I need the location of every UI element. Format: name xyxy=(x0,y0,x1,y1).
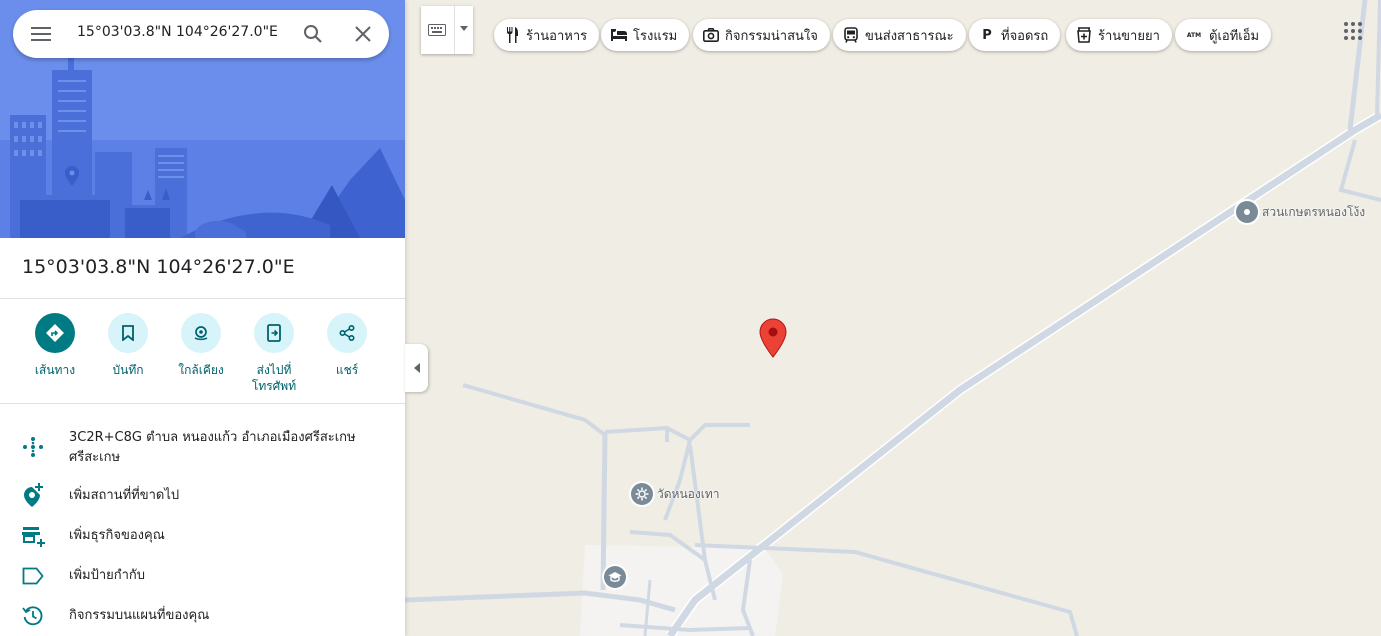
add-label-text: เพิ่มป้ายกำกับ xyxy=(69,568,146,583)
restaurant-icon xyxy=(504,27,520,43)
add-business-row[interactable]: เพิ่มธุรกิจของคุณ xyxy=(0,524,405,548)
history-icon xyxy=(20,603,46,629)
bookmark-icon xyxy=(122,325,134,341)
add-missing-place-text: เพิ่มสถานที่ที่ขาดไป xyxy=(69,488,180,503)
map-poi-label: สวนเกษตรหนองโง้ง xyxy=(1262,204,1366,219)
directions-button[interactable]: เส้นทาง xyxy=(19,313,91,378)
send-to-phone-label: ส่งไปที่โทรศัพท์ xyxy=(251,363,297,393)
add-label-row[interactable]: เพิ่มป้ายกำกับ xyxy=(0,564,405,588)
chip-restaurants[interactable]: ร้านอาหาร xyxy=(494,19,600,51)
map-poi-school[interactable] xyxy=(604,566,626,588)
add-place-icon xyxy=(20,482,46,508)
send-to-phone-icon xyxy=(267,324,281,342)
chip-hotels[interactable]: โรงแรม xyxy=(601,19,690,51)
pharmacy-icon xyxy=(1076,27,1092,43)
directions-label: เส้นทาง xyxy=(34,363,76,377)
add-business-text: เพิ่มธุรกิจของคุณ xyxy=(69,528,165,543)
plus-code-icon xyxy=(20,434,46,460)
divider xyxy=(0,403,405,404)
share-icon xyxy=(339,325,355,341)
chevron-left-icon xyxy=(413,363,420,373)
apps-grid-icon[interactable] xyxy=(1343,21,1363,41)
transit-icon xyxy=(843,27,859,43)
add-missing-place-row[interactable]: เพิ่มสถานที่ที่ขาดไป xyxy=(0,482,405,508)
search-input[interactable]: 15°03'03.8"N 104°26'27.0"E xyxy=(77,24,277,40)
save-label: บันทึก xyxy=(112,363,144,377)
collapse-panel-button[interactable] xyxy=(405,344,428,392)
location-pin-icon[interactable] xyxy=(759,318,787,358)
chip-transit[interactable]: ขนส่งสาธารณะ xyxy=(833,19,966,51)
keyboard-icon[interactable] xyxy=(421,6,453,54)
chip-parking[interactable]: P ที่จอดรถ xyxy=(969,19,1061,51)
map-poi-label: วัดหนองเทา xyxy=(657,486,720,501)
save-button[interactable]: บันทึก xyxy=(92,313,164,378)
chip-atms[interactable]: ATM ตู้เอทีเอ็ม xyxy=(1175,19,1272,51)
send-to-phone-button[interactable]: ส่งไปที่โทรศัพท์ xyxy=(238,313,310,394)
share-label: แชร์ xyxy=(335,363,359,377)
divider xyxy=(0,298,405,299)
hotel-icon xyxy=(611,27,627,43)
school-icon xyxy=(604,566,626,588)
plus-code-row[interactable]: 3C2R+C8G ตำบล หนองแก้ว อำเภอเมืองศรีสะเก… xyxy=(0,428,405,468)
map-activity-text: กิจกรรมบนแผนที่ของคุณ xyxy=(69,608,210,623)
input-tools-dropdown-icon[interactable] xyxy=(454,6,473,54)
chip-things-to-do[interactable]: กิจกรรมน่าสนใจ xyxy=(693,19,830,51)
label-icon xyxy=(20,563,46,589)
map-activity-row[interactable]: กิจกรรมบนแผนที่ของคุณ xyxy=(0,604,405,628)
share-button[interactable]: แชร์ xyxy=(311,313,383,378)
plus-code-text: 3C2R+C8G ตำบล หนองแก้ว อำเภอเมืองศรีสะเก… xyxy=(69,430,356,465)
place-icon xyxy=(1236,201,1258,223)
parking-icon: P xyxy=(982,27,992,43)
page-title: 15°03'03.8"N 104°26'27.0"E xyxy=(22,256,295,278)
camera-icon xyxy=(703,27,719,43)
map-roads xyxy=(405,0,1381,636)
temple-icon xyxy=(631,483,653,505)
nearby-button[interactable]: ใกล้เคียง xyxy=(165,313,237,378)
nearby-icon xyxy=(194,326,208,341)
close-icon[interactable] xyxy=(351,22,375,46)
chip-pharmacies[interactable]: ร้านขายยา xyxy=(1066,19,1172,51)
directions-icon xyxy=(46,324,64,342)
input-tools xyxy=(421,6,473,54)
add-business-icon xyxy=(20,523,46,549)
map-canvas[interactable] xyxy=(405,0,1381,636)
map-poi-temple[interactable]: วัดหนองเทา xyxy=(631,483,719,505)
atm-icon: ATM xyxy=(1186,31,1202,39)
side-panel: 15°03'03.8"N 104°26'27.0"E 15°03'03.8"N … xyxy=(0,0,405,636)
menu-icon[interactable] xyxy=(31,24,51,44)
search-box: 15°03'03.8"N 104°26'27.0"E xyxy=(13,10,389,58)
map-poi-farm[interactable]: สวนเกษตรหนองโง้ง xyxy=(1236,201,1365,223)
search-icon[interactable] xyxy=(301,22,325,46)
nearby-label: ใกล้เคียง xyxy=(178,363,224,377)
